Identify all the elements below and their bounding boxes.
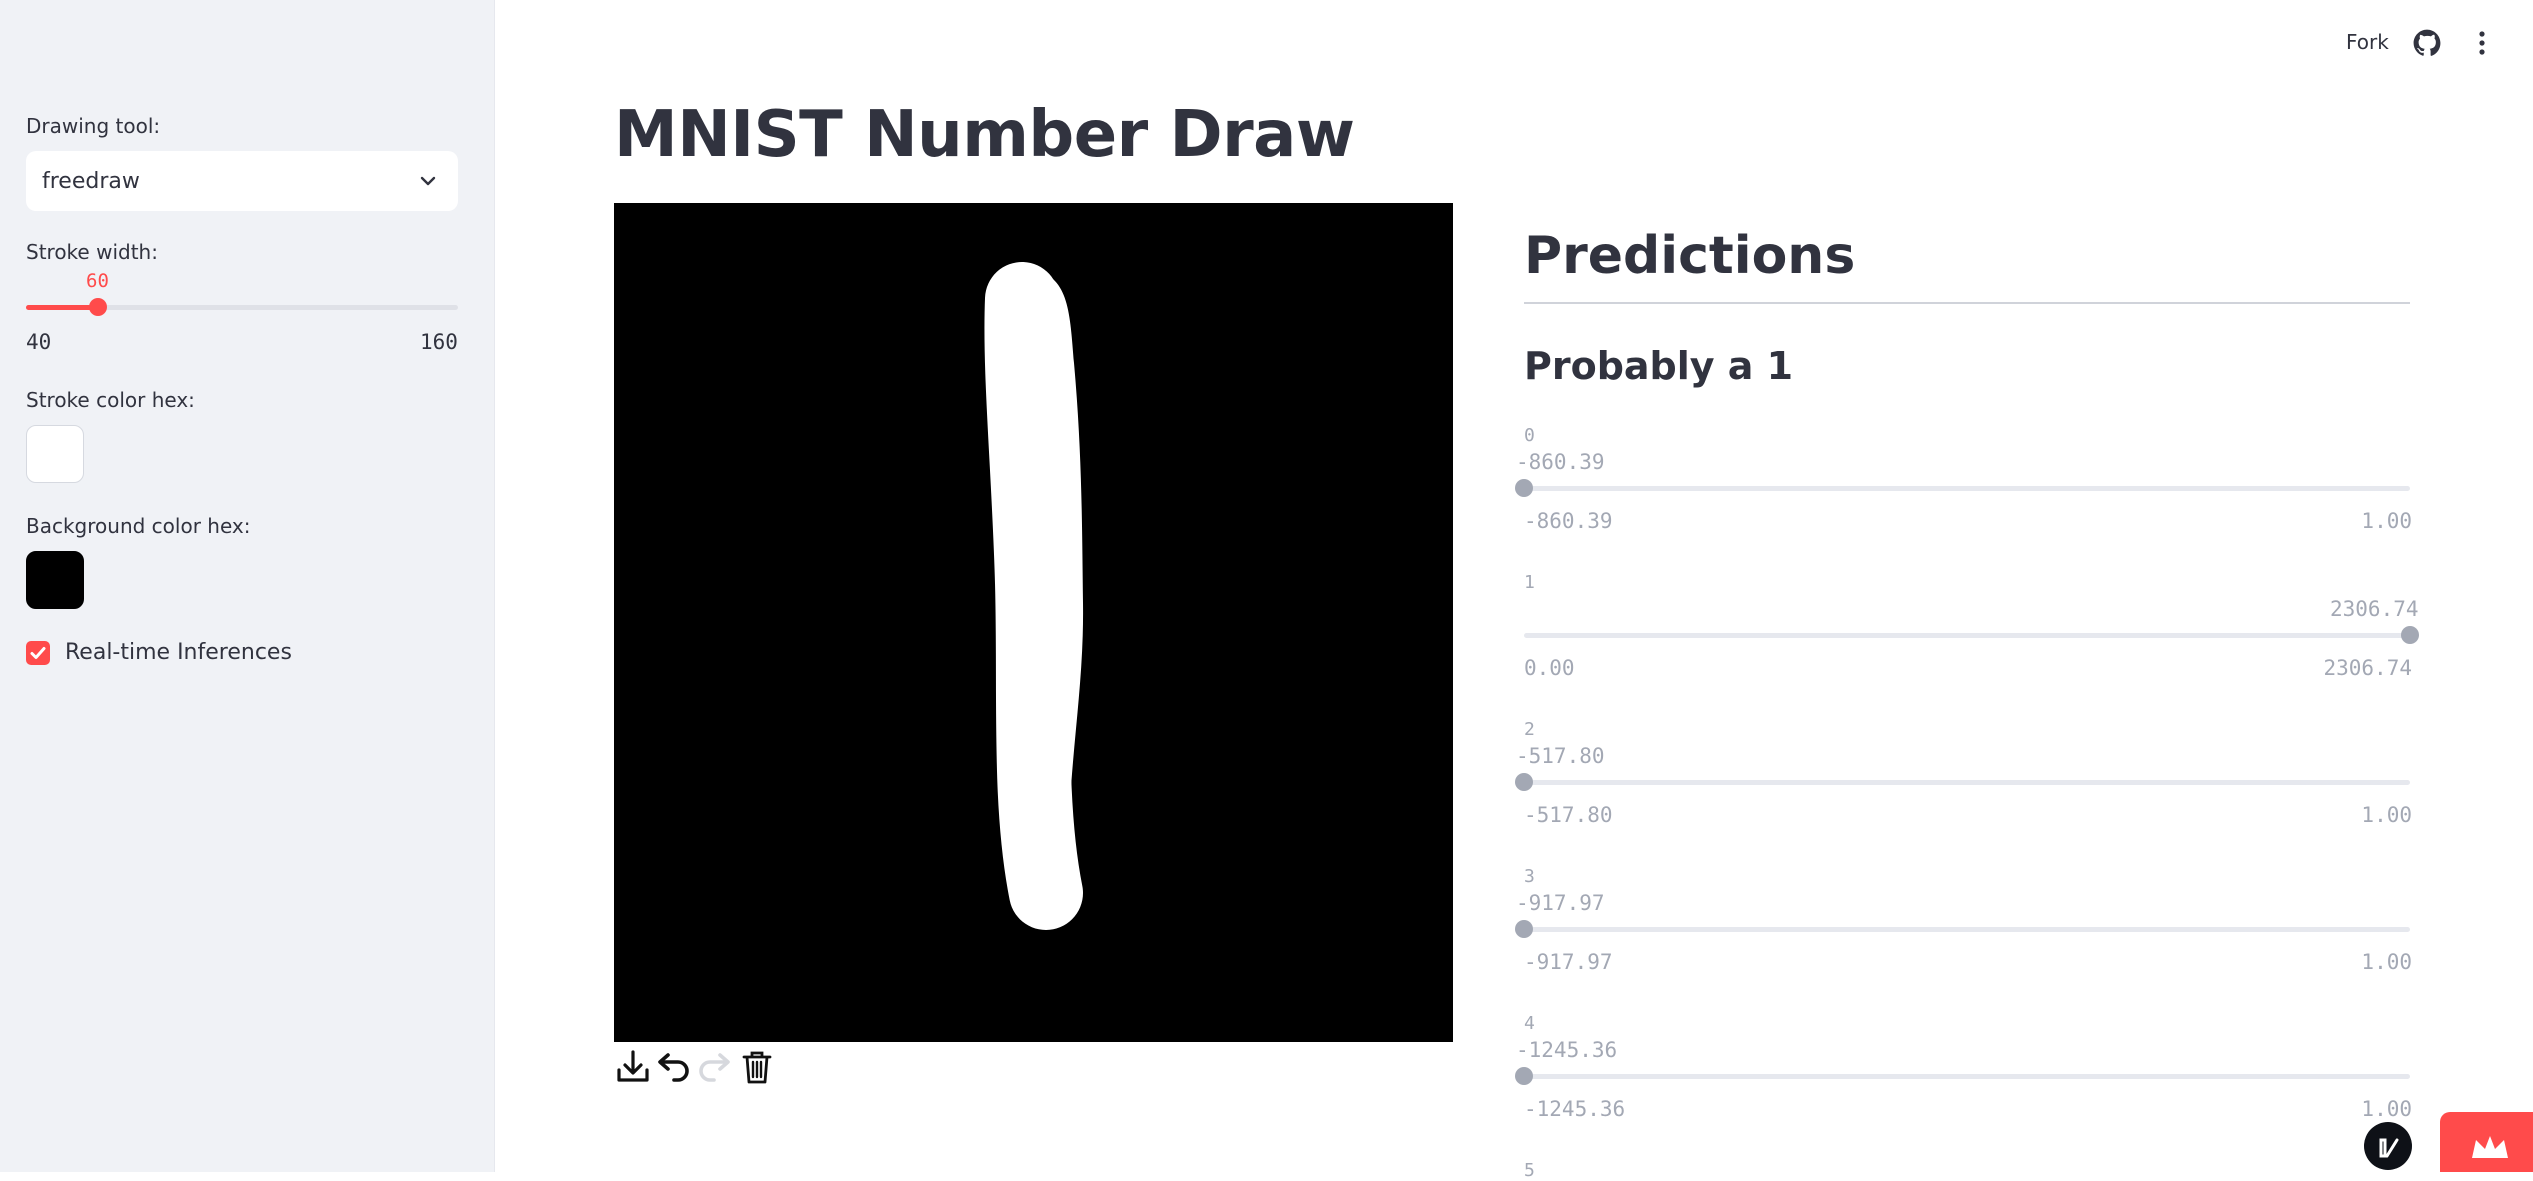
- prediction-slider-min: -1245.36: [1524, 1097, 1626, 1121]
- prediction-slider-label: 1: [1524, 572, 1535, 593]
- prediction-slider-max: 1.00: [2361, 803, 2412, 827]
- prediction-slider-track[interactable]: [1524, 486, 2410, 491]
- prediction-slider-min: -860.39: [1524, 509, 1613, 533]
- prediction-slider-thumb[interactable]: [1515, 920, 1533, 938]
- prediction-slider-max: 1.00: [2361, 950, 2412, 974]
- prediction-slider-value: -517.80: [1516, 744, 1605, 768]
- fork-button[interactable]: Fork: [2346, 30, 2389, 54]
- drawing-tool-select[interactable]: freedraw: [26, 151, 458, 211]
- stroke-width-value: 60: [86, 270, 109, 292]
- prediction-slider-min: 0.00: [1524, 656, 1575, 680]
- background-color-label: Background color hex:: [26, 514, 251, 538]
- predictions-heading: Predictions: [1524, 226, 1856, 286]
- prediction-slider-thumb[interactable]: [2401, 626, 2419, 644]
- prediction-slider-max: 2306.74: [2323, 656, 2412, 680]
- prediction-slider-max: 1.00: [2361, 1097, 2412, 1121]
- prediction-slider-thumb[interactable]: [1515, 1067, 1533, 1085]
- stroke-width-label: Stroke width:: [26, 240, 158, 264]
- stroke-width-thumb[interactable]: [89, 298, 108, 316]
- prediction-slider-label: 3: [1524, 866, 1535, 887]
- prediction-slider-max: 1.00: [2361, 509, 2412, 533]
- prediction-slider-thumb[interactable]: [1515, 773, 1533, 791]
- stroke-width-fill: [26, 305, 99, 310]
- prediction-slider-value: -1245.36: [1516, 1038, 1618, 1062]
- hosted-with-streamlit-badge[interactable]: [2440, 1112, 2533, 1172]
- undo-icon[interactable]: [654, 1048, 692, 1086]
- github-icon[interactable]: [2413, 29, 2441, 57]
- prediction-slider-track[interactable]: [1524, 927, 2410, 932]
- prediction-slider-value: -917.97: [1516, 891, 1605, 915]
- stroke-width-min: 40: [26, 330, 52, 354]
- prediction-slider-value: 2306.74: [2330, 597, 2419, 621]
- kebab-menu-icon[interactable]: [2470, 29, 2494, 57]
- manage-app-icon: [2379, 1138, 2399, 1158]
- chevron-down-icon: [420, 176, 436, 186]
- drawing-canvas[interactable]: [614, 203, 1453, 1042]
- background-color-swatch[interactable]: [26, 551, 84, 609]
- stroke-color-label: Stroke color hex:: [26, 388, 195, 412]
- prediction-slider-label: 5: [1524, 1160, 1535, 1181]
- realtime-label: Real-time Inferences: [65, 640, 292, 665]
- drawn-stroke: [984, 262, 1084, 930]
- predictions-divider: [1524, 302, 2410, 304]
- realtime-checkbox[interactable]: [26, 641, 50, 665]
- download-icon[interactable]: [614, 1048, 652, 1086]
- prediction-slider-thumb[interactable]: [1515, 479, 1533, 497]
- prediction-slider-track[interactable]: [1524, 633, 2410, 638]
- prediction-slider-label: 2: [1524, 719, 1535, 740]
- prediction-slider-label: 0: [1524, 425, 1535, 446]
- redo-icon[interactable]: [696, 1048, 734, 1086]
- stroke-width-max: 160: [420, 330, 458, 354]
- trash-icon[interactable]: [738, 1048, 776, 1086]
- prediction-slider-value: -860.39: [1516, 450, 1605, 474]
- streamlit-manage-app-button[interactable]: [2364, 1122, 2412, 1170]
- check-icon: [30, 647, 46, 659]
- crown-icon: [2472, 1136, 2508, 1158]
- stroke-color-swatch[interactable]: [26, 425, 84, 483]
- sidebar: Drawing tool: freedraw Stroke width: 60 …: [0, 0, 495, 1172]
- prediction-slider-min: -517.80: [1524, 803, 1613, 827]
- drawing-tool-label: Drawing tool:: [26, 114, 161, 138]
- prediction-slider-track[interactable]: [1524, 1074, 2410, 1079]
- prediction-slider-track[interactable]: [1524, 780, 2410, 785]
- page-title: MNIST Number Draw: [614, 98, 1355, 172]
- prediction-result: Probably a 1: [1524, 344, 1794, 388]
- prediction-slider-label: 4: [1524, 1013, 1535, 1034]
- prediction-slider-min: -917.97: [1524, 950, 1613, 974]
- drawing-tool-value: freedraw: [42, 168, 140, 194]
